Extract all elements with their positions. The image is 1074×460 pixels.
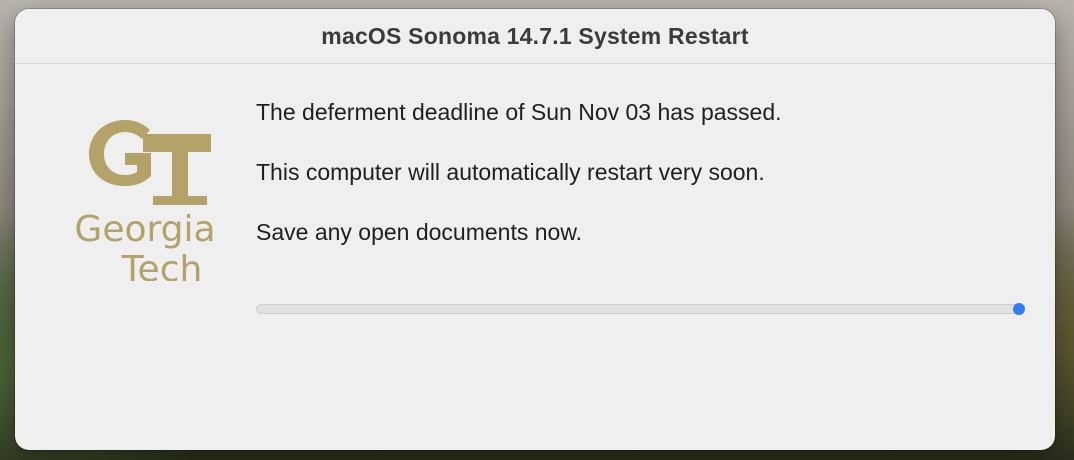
restart-dialog: macOS Sonoma 14.7.1 System Restart Georg… xyxy=(15,9,1055,450)
message-block: The deferment deadline of Sun Nov 03 has… xyxy=(256,97,782,277)
restart-progress-bar xyxy=(256,303,1025,315)
progress-indicator xyxy=(1013,303,1025,315)
logo-line-tech: Tech xyxy=(121,249,203,281)
window-title: macOS Sonoma 14.7.1 System Restart xyxy=(321,22,749,49)
title-bar: macOS Sonoma 14.7.1 System Restart xyxy=(15,9,1055,64)
restart-message: This computer will automatically restart… xyxy=(256,159,765,185)
logo-line-georgia: Georgia xyxy=(74,209,215,250)
deadline-message: The deferment deadline of Sun Nov 03 has… xyxy=(256,99,782,125)
save-documents-message: Save any open documents now. xyxy=(256,219,583,245)
georgia-tech-logo: Georgia Tech xyxy=(71,106,221,290)
georgia-tech-logo-icon: Georgia Tech xyxy=(74,120,216,290)
progress-fill xyxy=(257,305,1023,313)
